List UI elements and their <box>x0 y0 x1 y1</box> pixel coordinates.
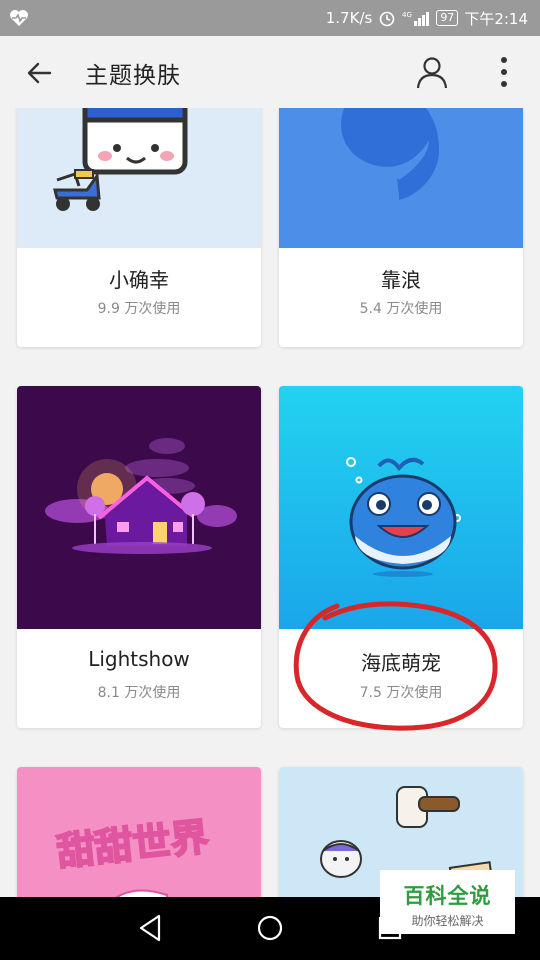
theme-name: Lightshow <box>88 647 190 671</box>
heart-rate-icon <box>10 10 28 26</box>
thumb-text: 甜甜世界 <box>55 815 211 875</box>
theme-name: 海底萌宠 <box>361 651 441 675</box>
status-bar: 1.7K/s 4G 97 下午2:14 <box>0 0 540 36</box>
clock: 下午2:14 <box>464 9 528 28</box>
alarm-icon <box>380 11 395 27</box>
theme-thumbnail <box>279 108 523 248</box>
sweet-world-illustration: 甜甜世界 <box>54 814 212 898</box>
whale-illustration <box>346 457 461 577</box>
watermark-subtitle: 助你轻松解决 <box>411 914 484 928</box>
theme-thumbnail: 甜甜世界 <box>17 767 261 898</box>
theme-thumbnail <box>279 386 523 629</box>
more-vert-icon[interactable] <box>490 54 518 90</box>
arrow-left-icon[interactable] <box>22 56 56 90</box>
battery-indicator: 97 <box>436 10 459 26</box>
theme-thumbnail <box>17 386 261 629</box>
theme-usage: 8.1 万次使用 <box>97 685 181 701</box>
theme-usage: 5.4 万次使用 <box>359 301 443 317</box>
theme-usage: 9.9 万次使用 <box>97 301 181 317</box>
theme-card-tiantianshijie[interactable]: 甜甜世界 <box>17 767 261 898</box>
network-speed: 1.7K/s <box>325 9 373 27</box>
theme-card-haidimengchong[interactable]: 海底萌宠 7.5 万次使用 <box>279 386 523 728</box>
page-title: 主题换肤 <box>85 63 181 89</box>
theme-grid: 小确幸 9.9 万次使用 靠浪 5.4 万次使用 Lightshow 8.1 万… <box>0 108 540 898</box>
theme-name: 小确幸 <box>109 268 169 292</box>
scooter-box-illustration <box>53 108 188 211</box>
theme-card-lightshow[interactable]: Lightshow 8.1 万次使用 <box>17 386 261 728</box>
triangle-back-icon[interactable] <box>133 911 167 945</box>
status-right: 1.7K/s 4G 97 下午2:14 <box>326 0 528 36</box>
house-lights-illustration <box>45 438 237 554</box>
theme-usage: 7.5 万次使用 <box>359 685 443 701</box>
person-icon[interactable] <box>414 54 450 90</box>
app-bar: 主题换肤 <box>0 36 540 108</box>
theme-name: 靠浪 <box>381 268 421 292</box>
circle-home-icon[interactable] <box>253 911 287 945</box>
signal-icon: 4G <box>402 11 430 26</box>
svg-text:4G: 4G <box>402 11 412 19</box>
theme-card-kaolang[interactable]: 靠浪 5.4 万次使用 <box>279 108 523 347</box>
theme-thumbnail <box>17 108 261 248</box>
watermark-title: 百科全说 <box>403 884 492 908</box>
theme-card-xiaoquexing[interactable]: 小确幸 9.9 万次使用 <box>17 108 261 347</box>
wave-illustration <box>341 108 439 200</box>
watermark: 百科全说 助你轻松解决 <box>380 870 515 934</box>
